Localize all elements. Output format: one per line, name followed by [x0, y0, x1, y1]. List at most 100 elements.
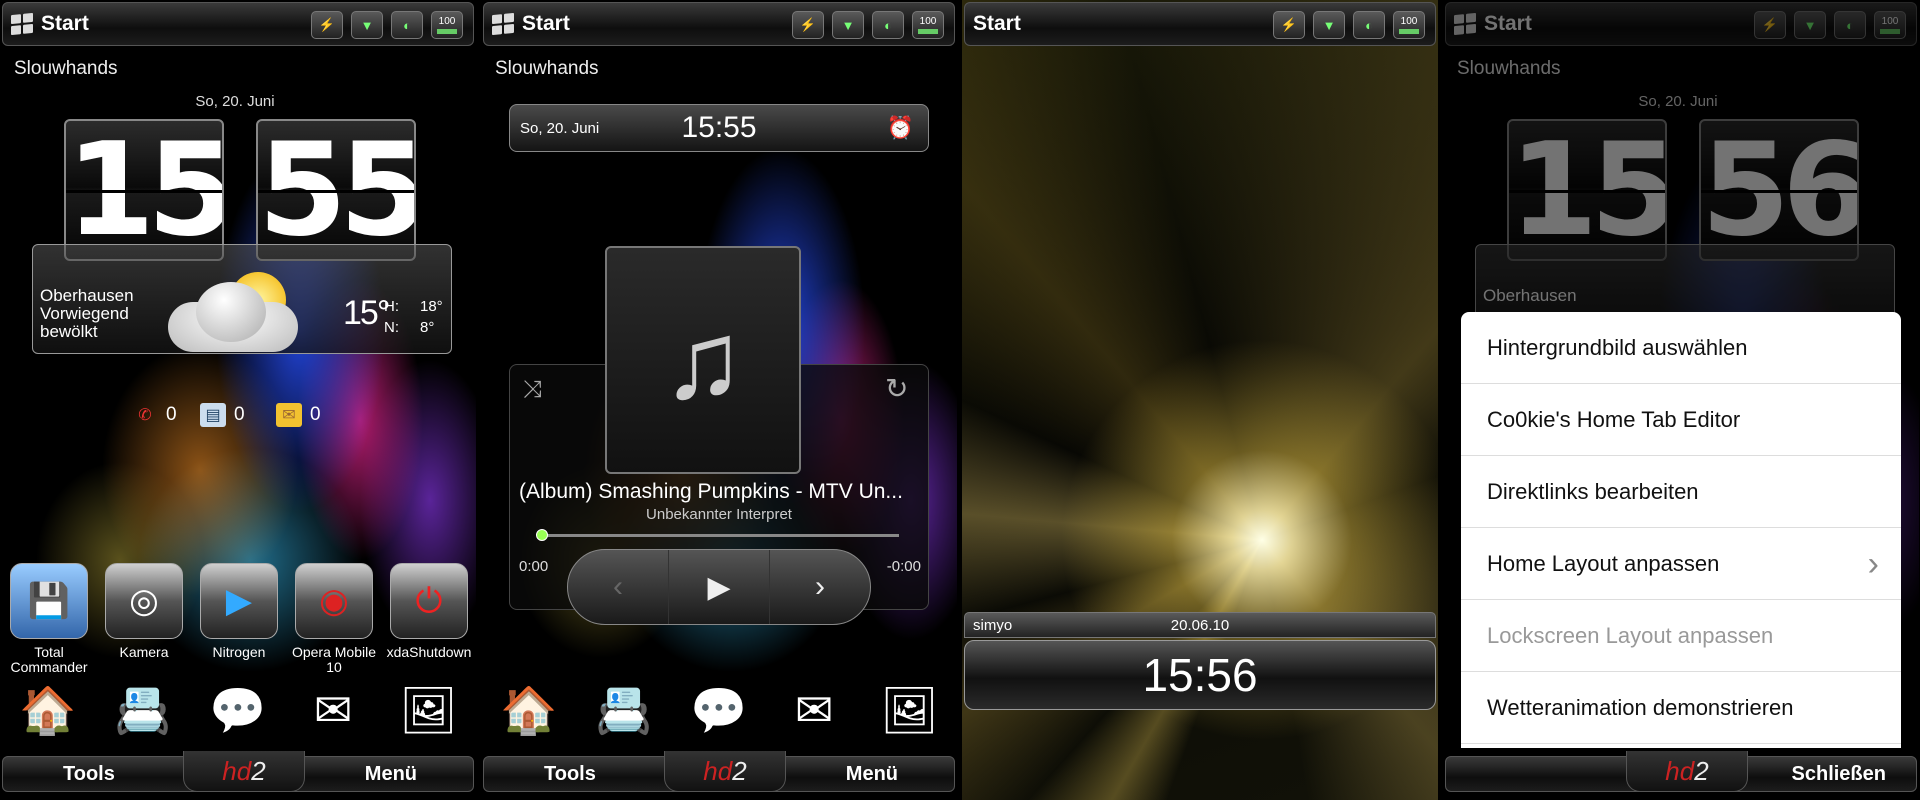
tab-photos-icon[interactable]: 🖼: [872, 672, 946, 748]
next-button[interactable]: ›: [770, 550, 870, 624]
mini-clock-time: 15:55: [681, 111, 757, 144]
hd2-logo: hd2: [664, 751, 786, 792]
tab-messages-icon[interactable]: 💬: [682, 672, 756, 748]
menu-item-home-tab-editor[interactable]: Co0kie's Home Tab Editor: [1461, 384, 1901, 456]
tab-contacts-icon[interactable]: 📇: [587, 672, 661, 748]
app-label: xdaShutdown: [386, 644, 472, 660]
weather-condition-2: bewölkt: [40, 322, 98, 341]
lock-date: 20.06.10: [1170, 617, 1230, 634]
weather-temp: 15°: [343, 294, 390, 332]
lockscreen-panel: Start ⚡ ▼ ◐ 100 simyo 20.06.10 15:56: [962, 0, 1438, 800]
battery-icon[interactable]: 100: [912, 11, 944, 39]
progress-bar[interactable]: [536, 529, 899, 541]
clock-hours[interactable]: 15: [64, 119, 224, 261]
start-button[interactable]: Start: [973, 12, 1021, 36]
sync-icon[interactable]: ◐: [1353, 11, 1385, 39]
signal-icon[interactable]: ▼: [1313, 11, 1345, 39]
tab-photos-icon[interactable]: 🖼: [391, 672, 465, 748]
menu-item-weather-demo[interactable]: Wetteranimation demonstrieren: [1461, 672, 1901, 744]
email-count: 0: [310, 404, 321, 425]
menu-softkey[interactable]: Menü: [846, 763, 898, 786]
battery-label: 100: [1400, 15, 1418, 27]
battery-label: 100: [438, 15, 456, 27]
signal-icon[interactable]: ▼: [832, 11, 864, 39]
windows-flag-icon: [11, 12, 33, 36]
logo-hd: hd: [1665, 756, 1695, 786]
app-xda-shutdown[interactable]: ⏻ xdaShutdown: [384, 563, 474, 675]
repeat-icon[interactable]: ↻: [885, 372, 908, 405]
logo-2: 2: [732, 756, 747, 786]
app-total-commander[interactable]: 💾 Total Commander: [4, 563, 94, 675]
start-button[interactable]: Start: [11, 12, 89, 36]
low-label: N:: [384, 319, 399, 336]
battery-icon[interactable]: 100: [431, 11, 463, 39]
menu-screen-panel: Start ⚡ ▼ ◐ 100 Slouwhands So, 20. Juni …: [1443, 0, 1919, 800]
battery-icon[interactable]: 100: [1393, 11, 1425, 39]
usb-icon[interactable]: ⚡: [1273, 11, 1305, 39]
menu-item-label: Home Layout anpassen: [1487, 551, 1720, 576]
email-indicator[interactable]: ✉ 0: [276, 403, 321, 427]
usb-icon[interactable]: ⚡: [311, 11, 343, 39]
nitrogen-icon: ▶: [200, 563, 278, 639]
sync-icon[interactable]: ◐: [872, 11, 904, 39]
hd2-logo: hd2: [183, 751, 305, 792]
lock-time[interactable]: 15:56: [964, 640, 1436, 710]
tools-softkey[interactable]: Tools: [544, 763, 596, 786]
start-label: Start: [973, 12, 1021, 35]
app-nitrogen[interactable]: ▶ Nitrogen: [194, 563, 284, 675]
app-opera[interactable]: ◉ Opera Mobile 10: [289, 563, 379, 675]
tab-home-icon[interactable]: 🏠: [492, 672, 566, 748]
tab-home-icon[interactable]: 🏠: [11, 672, 85, 748]
song-artist: Unbekannter Interpret: [646, 506, 792, 523]
tab-messages-icon[interactable]: 💬: [201, 672, 275, 748]
clock-minutes[interactable]: 55: [256, 119, 416, 261]
tools-softkey[interactable]: Tools: [63, 763, 115, 786]
start-button[interactable]: Start: [492, 12, 570, 36]
shutdown-icon: ⏻: [390, 563, 468, 639]
mini-clock-bar[interactable]: So, 20. Juni 15:55 ⏰: [509, 104, 929, 152]
app-kamera[interactable]: ◎ Kamera: [99, 563, 189, 675]
missed-calls-indicator[interactable]: ✆ 0: [132, 403, 176, 427]
status-bar: Start ⚡ ▼ ◐ 100: [483, 2, 955, 46]
shuffle-icon[interactable]: ⤨: [523, 376, 542, 404]
tab-dock: 🏠 📇 💬 ✉ 🖼: [0, 668, 476, 748]
sms-indicator[interactable]: ▤ 0: [200, 403, 245, 427]
app-label: Kamera: [119, 644, 169, 660]
hd2-logo: hd2: [1626, 751, 1748, 792]
music-screen-panel: Start ⚡ ▼ ◐ 100 Slouwhands So, 20. Juni …: [481, 0, 957, 800]
email-icon: ✉: [276, 403, 302, 427]
tab-email-icon[interactable]: ✉: [777, 672, 851, 748]
progress-knob[interactable]: [536, 529, 548, 541]
owner-name: Slouwhands: [495, 58, 599, 79]
bottom-bar: hd2 Schließen: [1445, 751, 1917, 792]
sync-icon[interactable]: ◐: [391, 11, 423, 39]
logo-hd: hd: [703, 756, 733, 786]
home-screen-panel: Start ⚡ ▼ ◐ 100 Slouwhands So, 20. Juni …: [0, 0, 476, 800]
alarm-icon[interactable]: ⏰: [887, 115, 914, 141]
usb-icon[interactable]: ⚡: [792, 11, 824, 39]
music-note-icon: ♫: [661, 298, 745, 422]
menu-softkey[interactable]: Menü: [365, 763, 417, 786]
menu-item-wallpaper[interactable]: Hintergrundbild auswählen: [1461, 312, 1901, 384]
signal-icon[interactable]: ▼: [351, 11, 383, 39]
album-art[interactable]: ♫: [605, 246, 801, 474]
status-bar: Start ⚡ ▼ ◐ 100: [2, 2, 474, 46]
tab-email-icon[interactable]: ✉: [296, 672, 370, 748]
menu-item-lockscreen-layout: Lockscreen Layout anpassen: [1461, 600, 1901, 672]
weather-city: Oberhausen: [40, 286, 134, 305]
menu-item-edit-links[interactable]: Direktlinks bearbeiten: [1461, 456, 1901, 528]
previous-button[interactable]: ‹: [568, 550, 669, 624]
close-softkey[interactable]: Schließen: [1792, 763, 1886, 786]
song-title: (Album) Smashing Pumpkins - MTV Un...: [519, 480, 903, 503]
date-label: So, 20. Juni: [195, 93, 275, 110]
battery-label: 100: [919, 15, 937, 27]
context-menu: Hintergrundbild auswählen Co0kie's Home …: [1461, 312, 1901, 748]
menu-item-home-layout[interactable]: Home Layout anpassen ›: [1461, 528, 1901, 600]
remaining-time: -0:00: [886, 558, 921, 575]
weather-hilo: H: 18° N: 8°: [384, 296, 456, 338]
lock-bar[interactable]: simyo 20.06.10 15:56: [962, 612, 1438, 716]
play-button[interactable]: ▶: [669, 550, 770, 624]
low-temp: 8°: [420, 319, 435, 336]
tab-contacts-icon[interactable]: 📇: [106, 672, 180, 748]
elapsed-time: 0:00: [519, 558, 549, 575]
